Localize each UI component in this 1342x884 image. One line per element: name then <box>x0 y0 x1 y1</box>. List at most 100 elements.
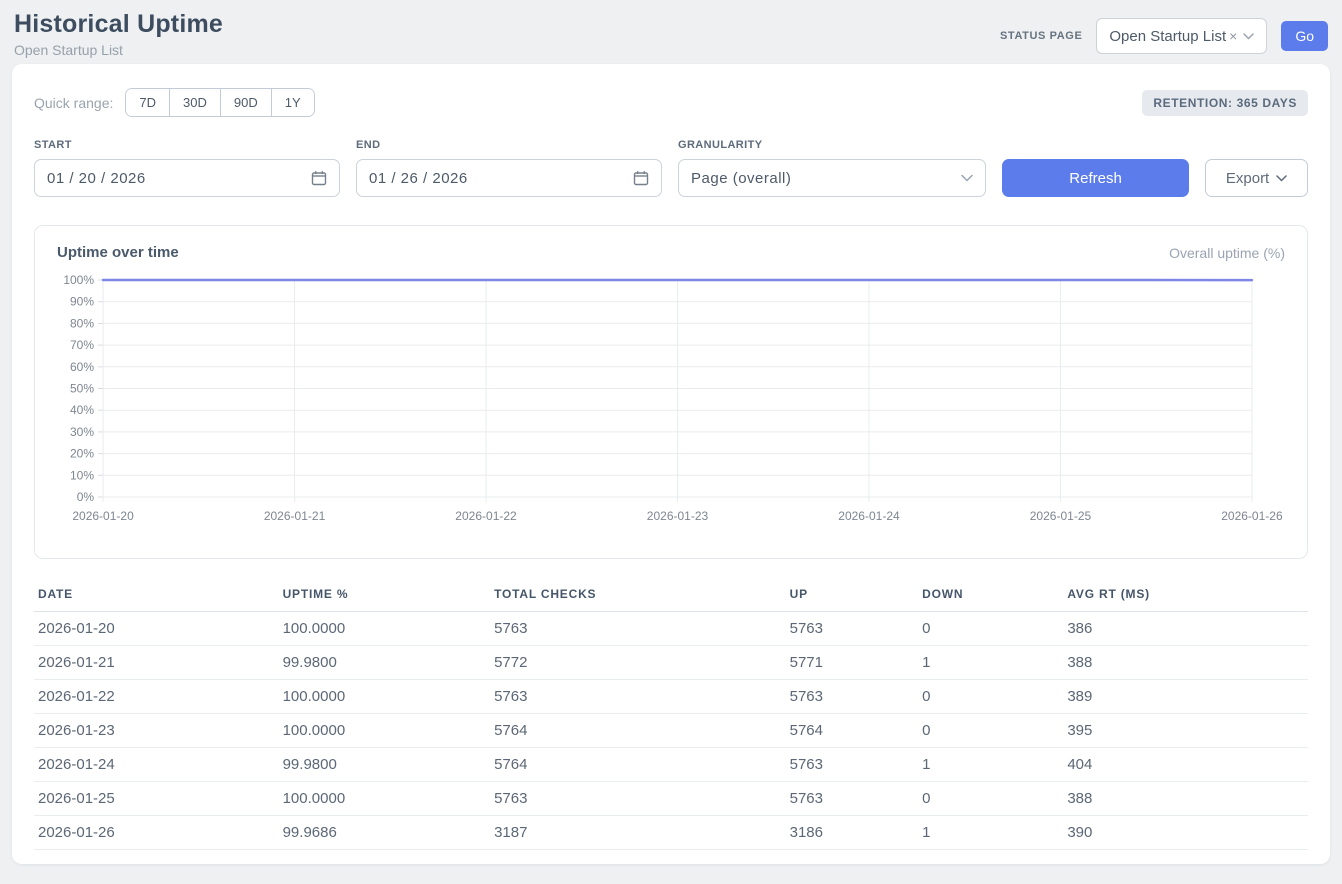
table-cell: 390 <box>1063 816 1308 850</box>
page-subtitle: Open Startup List <box>14 42 223 58</box>
chart-legend: Overall uptime (%) <box>1169 245 1285 261</box>
granularity-label: GRANULARITY <box>678 139 986 151</box>
granularity-select[interactable]: Page (overall) <box>678 159 986 197</box>
table-cell: 5763 <box>490 680 786 714</box>
svg-text:20%: 20% <box>70 447 94 461</box>
table-cell: 99.9800 <box>279 748 490 782</box>
header-controls: STATUS PAGE Open Startup List × Go <box>1000 18 1328 54</box>
table-cell: 388 <box>1063 646 1308 680</box>
svg-text:10%: 10% <box>70 468 94 482</box>
chart-title: Uptime over time <box>57 244 179 261</box>
column-header: DATE <box>34 581 279 612</box>
start-label: START <box>34 139 340 151</box>
table-row: 2026-01-23100.0000576457640395 <box>34 714 1308 748</box>
table-cell: 5763 <box>786 612 918 646</box>
table-cell: 0 <box>918 782 1063 816</box>
svg-text:40%: 40% <box>70 403 94 417</box>
svg-text:90%: 90% <box>70 295 94 309</box>
table-cell: 0 <box>918 680 1063 714</box>
granularity-value: Page (overall) <box>691 170 791 187</box>
quick-range-1y[interactable]: 1Y <box>271 89 314 116</box>
granularity-field: GRANULARITY Page (overall) <box>678 139 986 197</box>
end-label: END <box>356 139 662 151</box>
column-header: UP <box>786 581 918 612</box>
table-cell: 2026-01-26 <box>34 816 279 850</box>
table-row: 2026-01-2699.9686318731861390 <box>34 816 1308 850</box>
table-row: 2026-01-25100.0000576357630388 <box>34 782 1308 816</box>
table-cell: 5763 <box>786 782 918 816</box>
svg-text:2026-01-26: 2026-01-26 <box>1221 509 1283 523</box>
table-cell: 2026-01-23 <box>34 714 279 748</box>
table-cell: 1 <box>918 748 1063 782</box>
table-cell: 388 <box>1063 782 1308 816</box>
table-cell: 2026-01-21 <box>34 646 279 680</box>
retention-badge: RETENTION: 365 DAYS <box>1142 90 1308 116</box>
main-panel: Quick range: 7D30D90D1Y RETENTION: 365 D… <box>12 64 1330 864</box>
page-title: Historical Uptime <box>14 10 223 39</box>
table-cell: 5764 <box>490 748 786 782</box>
quick-range-label: Quick range: <box>34 95 113 111</box>
uptime-table: DATEUPTIME %TOTAL CHECKSUPDOWNAVG RT (MS… <box>34 581 1308 850</box>
svg-text:2026-01-22: 2026-01-22 <box>455 509 517 523</box>
table-cell: 389 <box>1063 680 1308 714</box>
table-cell: 2026-01-24 <box>34 748 279 782</box>
table-cell: 99.9800 <box>279 646 490 680</box>
svg-text:2026-01-25: 2026-01-25 <box>1030 509 1092 523</box>
svg-text:2026-01-24: 2026-01-24 <box>838 509 900 523</box>
start-date-value: 01 / 20 / 2026 <box>47 170 146 187</box>
table-cell: 99.9686 <box>279 816 490 850</box>
table-cell: 5763 <box>786 748 918 782</box>
clear-selection-icon[interactable]: × <box>1229 28 1237 44</box>
table-row: 2026-01-20100.0000576357630386 <box>34 612 1308 646</box>
quick-range-7d[interactable]: 7D <box>126 89 169 116</box>
table-cell: 100.0000 <box>279 612 490 646</box>
table-cell: 3187 <box>490 816 786 850</box>
quick-range-group: 7D30D90D1Y <box>125 88 314 117</box>
column-header: UPTIME % <box>279 581 490 612</box>
table-cell: 5764 <box>490 714 786 748</box>
table-cell: 100.0000 <box>279 782 490 816</box>
column-header: TOTAL CHECKS <box>490 581 786 612</box>
status-page-select[interactable]: Open Startup List × <box>1096 18 1267 54</box>
end-date-field: END 01 / 26 / 2026 <box>356 139 662 197</box>
svg-text:2026-01-21: 2026-01-21 <box>264 509 326 523</box>
calendar-icon[interactable] <box>633 170 649 186</box>
table-cell: 5763 <box>490 782 786 816</box>
quick-range-30d[interactable]: 30D <box>169 89 220 116</box>
go-button[interactable]: Go <box>1281 21 1328 51</box>
quick-range-row: Quick range: 7D30D90D1Y RETENTION: 365 D… <box>34 88 1308 117</box>
table-cell: 0 <box>918 612 1063 646</box>
table-cell: 2026-01-20 <box>34 612 279 646</box>
svg-text:100%: 100% <box>63 273 94 287</box>
svg-text:50%: 50% <box>70 382 94 396</box>
table-cell: 2026-01-22 <box>34 680 279 714</box>
end-date-value: 01 / 26 / 2026 <box>369 170 468 187</box>
table-row: 2026-01-2199.9800577257711388 <box>34 646 1308 680</box>
svg-text:60%: 60% <box>70 360 94 374</box>
table-cell: 5764 <box>786 714 918 748</box>
table-cell: 5771 <box>786 646 918 680</box>
table-cell: 404 <box>1063 748 1308 782</box>
end-date-input[interactable]: 01 / 26 / 2026 <box>356 159 662 197</box>
svg-text:2026-01-20: 2026-01-20 <box>72 509 134 523</box>
start-date-input[interactable]: 01 / 20 / 2026 <box>34 159 340 197</box>
filter-form: START 01 / 20 / 2026 END 01 / 26 / 2026 … <box>34 139 1308 197</box>
table-row: 2026-01-2499.9800576457631404 <box>34 748 1308 782</box>
table-cell: 5763 <box>490 612 786 646</box>
table-cell: 1 <box>918 816 1063 850</box>
chevron-down-icon <box>961 174 973 182</box>
chevron-down-icon <box>1276 175 1287 182</box>
svg-text:0%: 0% <box>77 490 95 504</box>
table-cell: 395 <box>1063 714 1308 748</box>
refresh-button[interactable]: Refresh <box>1002 159 1189 197</box>
quick-range-90d[interactable]: 90D <box>220 89 271 116</box>
table-cell: 386 <box>1063 612 1308 646</box>
export-button[interactable]: Export <box>1205 159 1308 197</box>
svg-text:30%: 30% <box>70 425 94 439</box>
table-header-row: DATEUPTIME %TOTAL CHECKSUPDOWNAVG RT (MS… <box>34 581 1308 612</box>
table-cell: 5763 <box>786 680 918 714</box>
chevron-down-icon <box>1243 33 1254 40</box>
table-cell: 100.0000 <box>279 714 490 748</box>
column-header: DOWN <box>918 581 1063 612</box>
calendar-icon[interactable] <box>311 170 327 186</box>
